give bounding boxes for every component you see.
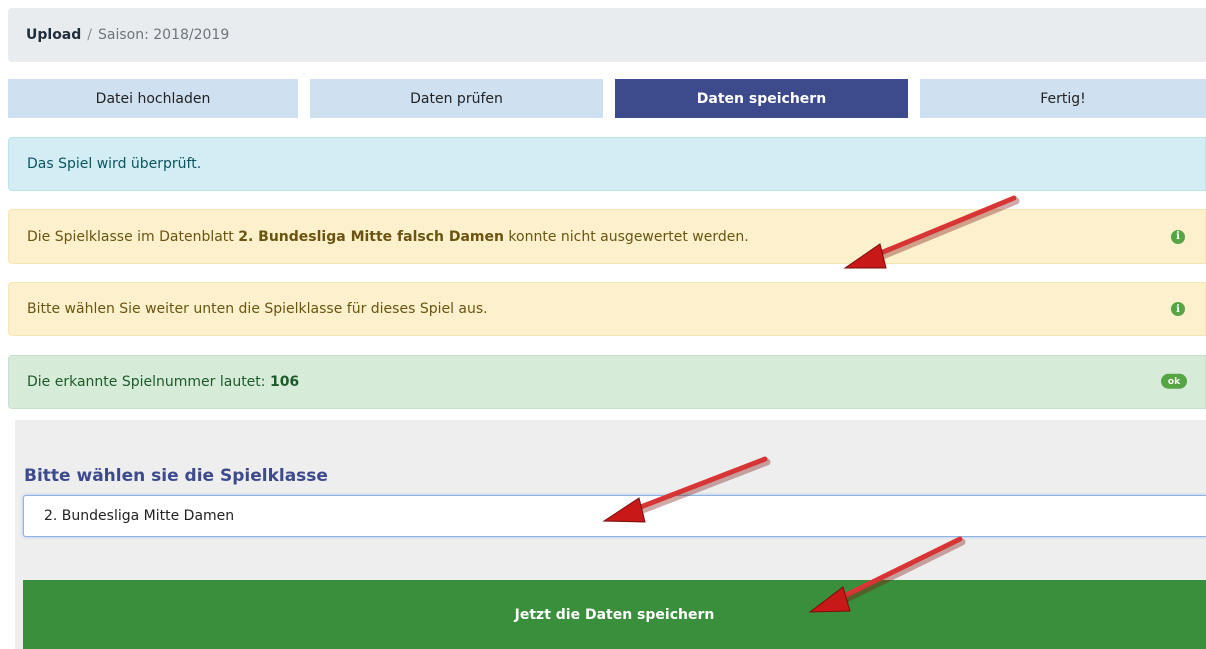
save-data-button[interactable]: Jetzt die Daten speichern — [23, 580, 1206, 649]
alert-checking-text: Das Spiel wird überprüft. — [27, 156, 202, 172]
game-number-value: 106 — [269, 374, 300, 390]
info-icon: i — [1171, 229, 1185, 244]
alert-class-error-highlight: 2. Bundesliga Mitte falsch Damen — [238, 228, 504, 245]
ok-badge-icon: ok — [1161, 373, 1187, 389]
alert-checking: Das Spiel wird überprüft. — [8, 137, 1206, 191]
breadcrumb-season: Saison: 2018/2019 — [98, 27, 230, 43]
alert-game-number-prefix: Die erkannte Spielnummer lautet: — [27, 374, 270, 390]
alert-choose-class-text: Bitte wählen Sie weiter unten die Spielk… — [27, 301, 488, 317]
alert-class-error-prefix: Die Spielklasse im Datenblatt — [27, 228, 239, 245]
alert-class-error-suffix: konnte nicht ausgewertet werden. — [503, 228, 749, 245]
wizard-steps: Datei hochladen Daten prüfen Daten speic… — [8, 79, 1206, 118]
class-select-panel: Bitte wählen sie die Spielklasse 2. Bund… — [15, 420, 1206, 649]
alert-choose-class: Bitte wählen Sie weiter unten die Spielk… — [8, 282, 1206, 336]
step-done[interactable]: Fertig! — [920, 79, 1206, 118]
step-check-data[interactable]: Daten prüfen — [310, 79, 603, 118]
class-select-label: Bitte wählen sie die Spielklasse — [24, 466, 328, 486]
step-upload-file[interactable]: Datei hochladen — [8, 79, 298, 118]
step-save-data[interactable]: Daten speichern — [615, 79, 908, 118]
alert-game-number: Die erkannte Spielnummer lautet: 106 ok — [8, 355, 1206, 409]
alert-class-error: Die Spielklasse im Datenblatt 2. Bundesl… — [8, 209, 1206, 264]
breadcrumb: Upload / Saison: 2018/2019 — [8, 8, 1206, 62]
breadcrumb-upload[interactable]: Upload — [26, 27, 81, 43]
breadcrumb-separator: / — [87, 27, 92, 43]
class-select[interactable]: 2. Bundesliga Mitte Damen — [23, 495, 1206, 537]
info-icon: i — [1171, 302, 1185, 316]
upload-page: Upload / Saison: 2018/2019 Datei hochlad… — [0, 0, 1206, 649]
